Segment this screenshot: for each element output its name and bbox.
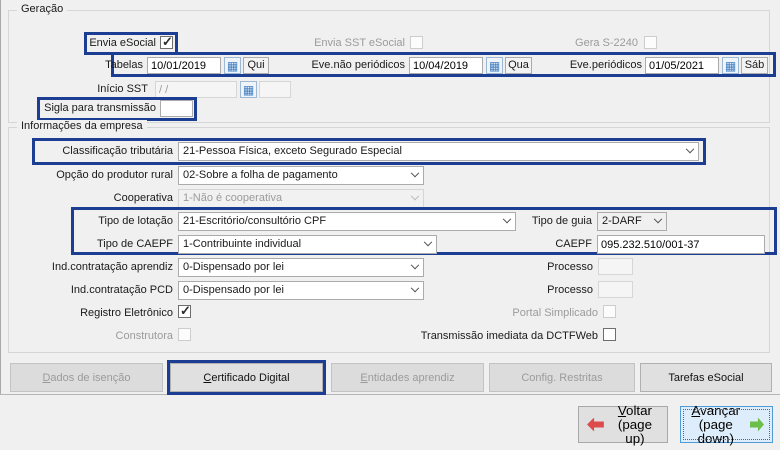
- calendar-icon: ▦: [724, 58, 737, 73]
- tipo-caepf-value: 1-Contribuinte individual: [183, 238, 302, 250]
- certificado-digital-button[interactable]: Certificado Digital: [170, 363, 323, 392]
- eve-periodicos-day-box: Sáb: [741, 57, 768, 74]
- chevron-down-icon: [649, 213, 666, 230]
- eve-nao-periodicos-date-input[interactable]: [409, 57, 483, 74]
- processo1-input: [598, 258, 633, 275]
- sigla-label: Sigla para transmissão: [44, 102, 156, 114]
- tipo-guia-combobox[interactable]: 2-DARF: [597, 212, 667, 231]
- envia-esocial-label: Envia eSocial: [89, 37, 156, 49]
- processo1-label: Processo: [547, 261, 593, 273]
- chevron-down-icon: [406, 167, 423, 184]
- classificacao-combobox[interactable]: 21-Pessoa Física, exceto Segurado Especi…: [178, 142, 699, 161]
- gera-s2240-checkbox: [644, 36, 657, 49]
- produtor-rural-label: Opção do produtor rural: [56, 169, 173, 181]
- chevron-down-icon: [498, 213, 515, 230]
- construtora-checkbox: [178, 328, 191, 341]
- pcd-combobox[interactable]: 0-Dispensado por lei: [178, 281, 424, 300]
- tabelas-label: Tabelas: [105, 59, 143, 71]
- tipo-caepf-combobox[interactable]: 1-Contribuinte individual: [178, 235, 437, 254]
- eve-nao-periodicos-label: Eve.não periódicos: [311, 59, 405, 71]
- transmissao-dctfweb-label: Transmissão imediata da DCTFWeb: [420, 330, 598, 342]
- tabelas-day-box: Qui: [243, 57, 269, 74]
- chevron-down-icon: [406, 259, 423, 276]
- calendar-icon: ▦: [242, 82, 255, 97]
- aprendiz-label: Ind.contratação aprendiz: [51, 261, 173, 273]
- avancar-button[interactable]: Avançar (page down): [680, 402, 773, 446]
- chevron-down-icon: [681, 143, 698, 160]
- tipo-guia-value: 2-DARF: [602, 215, 642, 227]
- tipo-lotacao-value: 21-Escritório/consultório CPF: [183, 215, 327, 227]
- inicio-sst-label: Início SST: [97, 83, 148, 95]
- eve-nao-periodicos-calendar-button[interactable]: ▦: [486, 57, 503, 74]
- registro-eletronico-label: Registro Eletrônico: [80, 307, 173, 319]
- portal-simplicado-checkbox: [603, 305, 616, 318]
- window-left-border: [0, 0, 1, 395]
- groupbox-geracao-title: Geração: [17, 3, 68, 15]
- processo2-input: [598, 281, 633, 298]
- cooperativa-value: 1-Não é cooperativa: [183, 192, 283, 204]
- groupbox-empresa-title: Informações da empresa: [17, 120, 147, 132]
- eve-periodicos-calendar-button[interactable]: ▦: [722, 57, 739, 74]
- tipo-lotacao-label: Tipo de lotação: [98, 215, 173, 227]
- panel-separator: [0, 394, 780, 395]
- tabelas-calendar-button[interactable]: ▦: [224, 57, 241, 74]
- tipo-guia-label: Tipo de guia: [531, 215, 592, 227]
- caepf-input[interactable]: [597, 235, 765, 254]
- portal-simplicado-label: Portal Simplicado: [512, 307, 598, 319]
- produtor-rural-value: 02-Sobre a folha de pagamento: [183, 169, 338, 181]
- transmissao-dctfweb-checkbox[interactable]: [603, 328, 616, 341]
- calendar-icon: ▦: [226, 58, 239, 73]
- entidades-aprendiz-button: Entidades aprendiz: [331, 363, 484, 392]
- pcd-label: Ind.contratação PCD: [70, 284, 173, 296]
- gera-s2240-label: Gera S-2240: [575, 37, 638, 49]
- pcd-value: 0-Dispensado por lei: [183, 284, 284, 296]
- aprendiz-combobox[interactable]: 0-Dispensado por lei: [178, 258, 424, 277]
- classificacao-label: Classificação tributária: [62, 145, 173, 157]
- processo2-label: Processo: [547, 284, 593, 296]
- cooperativa-label: Cooperativa: [113, 192, 173, 204]
- caepf-label: CAEPF: [555, 238, 592, 250]
- voltar-button[interactable]: Voltar (page up): [578, 402, 668, 446]
- construtora-label: Construtora: [115, 330, 173, 342]
- produtor-rural-combobox[interactable]: 02-Sobre a folha de pagamento: [178, 166, 424, 185]
- chevron-down-icon: [406, 190, 423, 207]
- registro-eletronico-checkbox[interactable]: [178, 303, 191, 319]
- calendar-icon: ▦: [488, 58, 501, 73]
- chevron-down-icon: [419, 236, 436, 253]
- tipo-caepf-label: Tipo de CAEPF: [96, 238, 173, 250]
- sigla-input[interactable]: [160, 100, 193, 117]
- envia-esocial-checkbox[interactable]: [160, 34, 173, 50]
- config-restritas-button: Config. Restritas: [489, 363, 635, 392]
- cooperativa-combobox: 1-Não é cooperativa: [178, 189, 424, 208]
- voltar-label: Voltar: [617, 402, 652, 418]
- back-arrow-icon: [587, 417, 604, 432]
- dados-isencao-button: Dados de isenção: [10, 363, 163, 392]
- classificacao-value: 21-Pessoa Física, exceto Segurado Especi…: [183, 145, 402, 157]
- envia-sst-checkbox: [410, 36, 423, 49]
- tipo-lotacao-combobox[interactable]: 21-Escritório/consultório CPF: [178, 212, 516, 231]
- eve-nao-periodicos-day-box: Qua: [505, 57, 532, 74]
- envia-sst-label: Envia SST eSocial: [314, 37, 405, 49]
- eve-periodicos-label: Eve.periódicos: [569, 59, 642, 71]
- tarefas-esocial-button[interactable]: Tarefas eSocial: [640, 363, 772, 392]
- forward-arrow-icon: [749, 417, 764, 432]
- inicio-sst-date-input: [155, 81, 237, 98]
- voltar-sublabel: (page up): [617, 416, 652, 446]
- inicio-sst-calendar-button[interactable]: ▦: [240, 81, 257, 98]
- avancar-label: Avançar: [691, 402, 741, 418]
- aprendiz-value: 0-Dispensado por lei: [183, 261, 284, 273]
- avancar-sublabel: (page down): [697, 416, 734, 446]
- inicio-sst-day-box: [259, 81, 291, 98]
- chevron-down-icon: [406, 282, 423, 299]
- eve-periodicos-date-input[interactable]: [645, 57, 719, 74]
- tabelas-date-input[interactable]: [147, 57, 221, 74]
